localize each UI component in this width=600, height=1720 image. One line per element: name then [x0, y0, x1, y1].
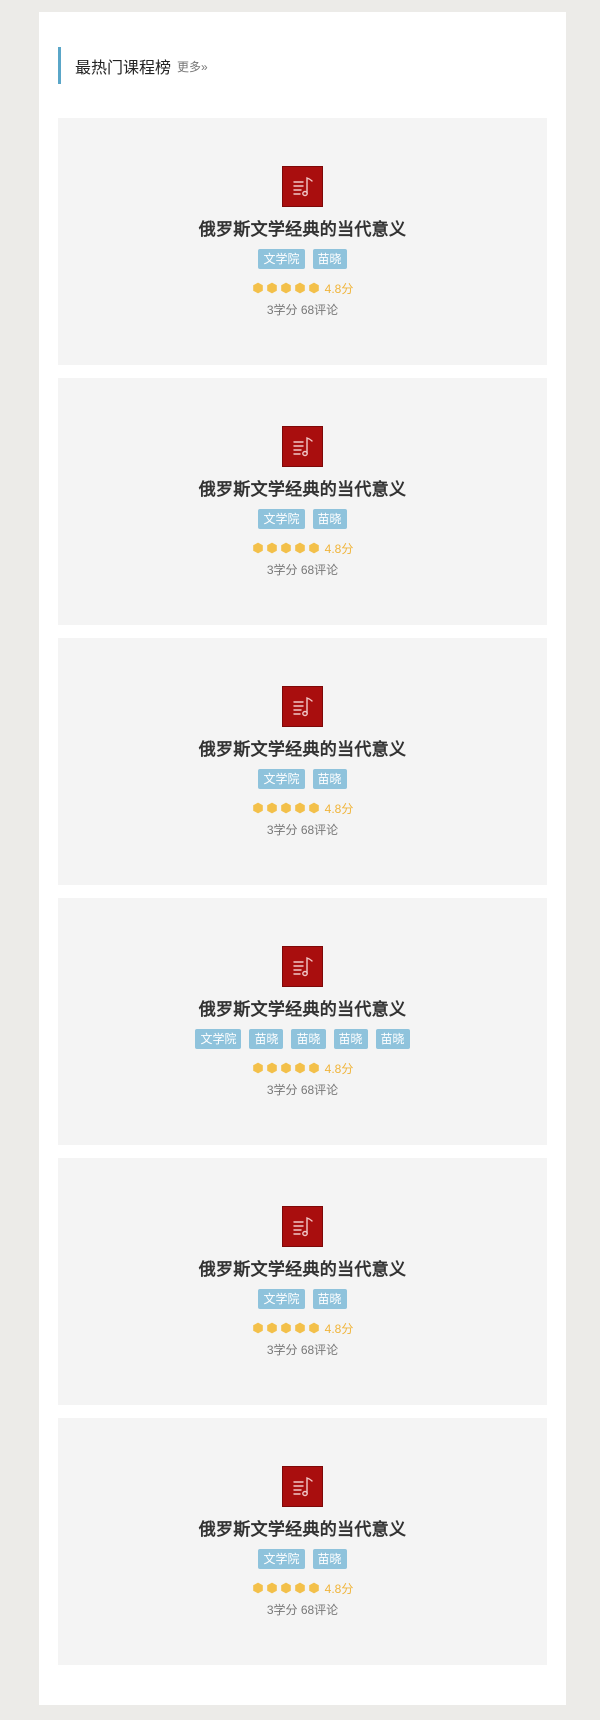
star-icon [294, 282, 305, 294]
music-note-list-icon [292, 1216, 313, 1236]
course-rating: 4.8分 [252, 1581, 354, 1596]
star-icon [266, 542, 277, 554]
course-title[interactable]: 俄罗斯文学经典的当代意义 [199, 1515, 407, 1540]
course-score: 4.8分 [324, 1321, 354, 1336]
star-icon [280, 1062, 291, 1074]
star-icon [252, 1062, 263, 1074]
course-card[interactable]: 俄罗斯文学经典的当代意义文学院 苗晓 4.8分 3学分 68评论 [58, 638, 547, 885]
course-tags: 文学院 苗晓 [258, 249, 347, 269]
course-tag[interactable]: 苗晓 [333, 1029, 368, 1049]
course-rating: 4.8分 [252, 281, 354, 296]
course-tags: 文学院 苗晓 [258, 1289, 347, 1309]
section-header: 最热门课程榜 更多» [58, 47, 208, 84]
course-rating: 4.8分 [252, 801, 354, 816]
section-title: 最热门课程榜 [75, 59, 172, 77]
course-title[interactable]: 俄罗斯文学经典的当代意义 [199, 215, 407, 240]
star-icon [294, 802, 305, 814]
course-score: 4.8分 [324, 541, 354, 556]
course-tag[interactable]: 文学院 [258, 1549, 305, 1569]
course-score: 4.8分 [324, 801, 354, 816]
music-note-list-icon [292, 1476, 313, 1496]
course-meta: 3学分 68评论 [266, 1603, 339, 1617]
course-tag[interactable]: 苗晓 [312, 509, 347, 529]
star-icon [308, 282, 319, 294]
star-icon [266, 1582, 277, 1594]
star-icon [252, 802, 263, 814]
course-card[interactable]: 俄罗斯文学经典的当代意义文学院 苗晓 4.8分 3学分 68评论 [58, 118, 547, 365]
course-tag[interactable]: 苗晓 [291, 1029, 326, 1049]
course-tag[interactable]: 文学院 [258, 1289, 305, 1309]
course-tag[interactable]: 苗晓 [312, 769, 347, 789]
star-icon [280, 1322, 291, 1334]
star-icon [280, 802, 291, 814]
star-icon [308, 1322, 319, 1334]
course-card[interactable]: 俄罗斯文学经典的当代意义文学院 苗晓 4.8分 3学分 68评论 [58, 1418, 547, 1665]
course-meta: 3学分 68评论 [266, 823, 339, 837]
course-title[interactable]: 俄罗斯文学经典的当代意义 [199, 475, 407, 500]
course-cover[interactable] [282, 166, 323, 207]
course-tag[interactable]: 苗晓 [312, 1289, 347, 1309]
star-icon [266, 1322, 277, 1334]
course-cover[interactable] [282, 946, 323, 987]
course-meta: 3学分 68评论 [266, 1083, 339, 1097]
music-note-list-icon [292, 696, 313, 716]
hot-courses-panel: 最热门课程榜 更多» 俄罗斯文学经典的当代意义 文学院 苗晓 4.8分 3学分 68评论… [39, 12, 566, 1705]
course-tags: 文学院 苗晓 [258, 1549, 347, 1569]
star-icon [308, 1062, 319, 1074]
course-card[interactable]: 俄罗斯文学经典的当代意义文学院 苗晓 4.8分 3学分 68评论 [58, 1158, 547, 1405]
star-icon [266, 282, 277, 294]
star-icon [308, 1582, 319, 1594]
star-icon [308, 542, 319, 554]
course-meta: 3学分 68评论 [266, 563, 339, 577]
course-tag[interactable]: 文学院 [258, 769, 305, 789]
star-icon [294, 1582, 305, 1594]
course-cover[interactable] [282, 686, 323, 727]
star-icon [280, 1582, 291, 1594]
course-meta: 3学分 68评论 [266, 303, 339, 317]
star-icon [294, 1062, 305, 1074]
star-icon [252, 542, 263, 554]
course-rating: 4.8分 [252, 541, 354, 556]
music-note-list-icon [292, 176, 313, 196]
course-card[interactable]: 俄罗斯文学经典的当代意义 文学院 苗晓 苗晓 苗晓 苗晓 4.8分 3学分 68评论 [58, 898, 547, 1145]
star-icon [252, 282, 263, 294]
course-tags: 文学院 苗晓 [258, 509, 347, 529]
course-tags: 文学院 苗晓 苗晓 苗晓 苗晓 [195, 1029, 410, 1049]
star-icon [280, 542, 291, 554]
star-icon [280, 282, 291, 294]
course-tag[interactable]: 苗晓 [312, 249, 347, 269]
star-icon [266, 1062, 277, 1074]
star-icon [308, 802, 319, 814]
course-score: 4.8分 [324, 1581, 354, 1596]
course-title[interactable]: 俄罗斯文学经典的当代意义 [199, 995, 407, 1020]
course-score: 4.8分 [324, 1061, 354, 1076]
star-icon [266, 802, 277, 814]
course-score: 4.8分 [324, 281, 354, 296]
star-icon [252, 1582, 263, 1594]
star-icon [252, 1322, 263, 1334]
star-icon [294, 542, 305, 554]
course-tag[interactable]: 文学院 [258, 249, 305, 269]
course-tag[interactable]: 文学院 [258, 509, 305, 529]
course-cover[interactable] [282, 426, 323, 467]
course-rating: 4.8分 [252, 1061, 354, 1076]
course-card[interactable]: 俄罗斯文学经典的当代意义文学院 苗晓 4.8分 3学分 68评论 [58, 378, 547, 625]
star-icon [294, 1322, 305, 1334]
course-tags: 文学院 苗晓 [258, 769, 347, 789]
music-note-list-icon [292, 956, 313, 976]
music-note-list-icon [292, 436, 313, 456]
course-title[interactable]: 俄罗斯文学经典的当代意义 [199, 735, 407, 760]
course-tag[interactable]: 苗晓 [375, 1029, 410, 1049]
course-list: 俄罗斯文学经典的当代意义 文学院 苗晓 4.8分 3学分 68评论 俄罗斯文学经典的当代意… [58, 118, 547, 1678]
course-title[interactable]: 俄罗斯文学经典的当代意义 [199, 1255, 407, 1280]
course-rating: 4.8分 [252, 1321, 354, 1336]
course-cover[interactable] [282, 1466, 323, 1507]
course-meta: 3学分 68评论 [266, 1343, 339, 1357]
course-tag[interactable]: 苗晓 [249, 1029, 284, 1049]
course-cover[interactable] [282, 1206, 323, 1247]
course-tag[interactable]: 文学院 [195, 1029, 242, 1049]
more-link[interactable]: 更多» [177, 58, 208, 75]
course-tag[interactable]: 苗晓 [312, 1549, 347, 1569]
